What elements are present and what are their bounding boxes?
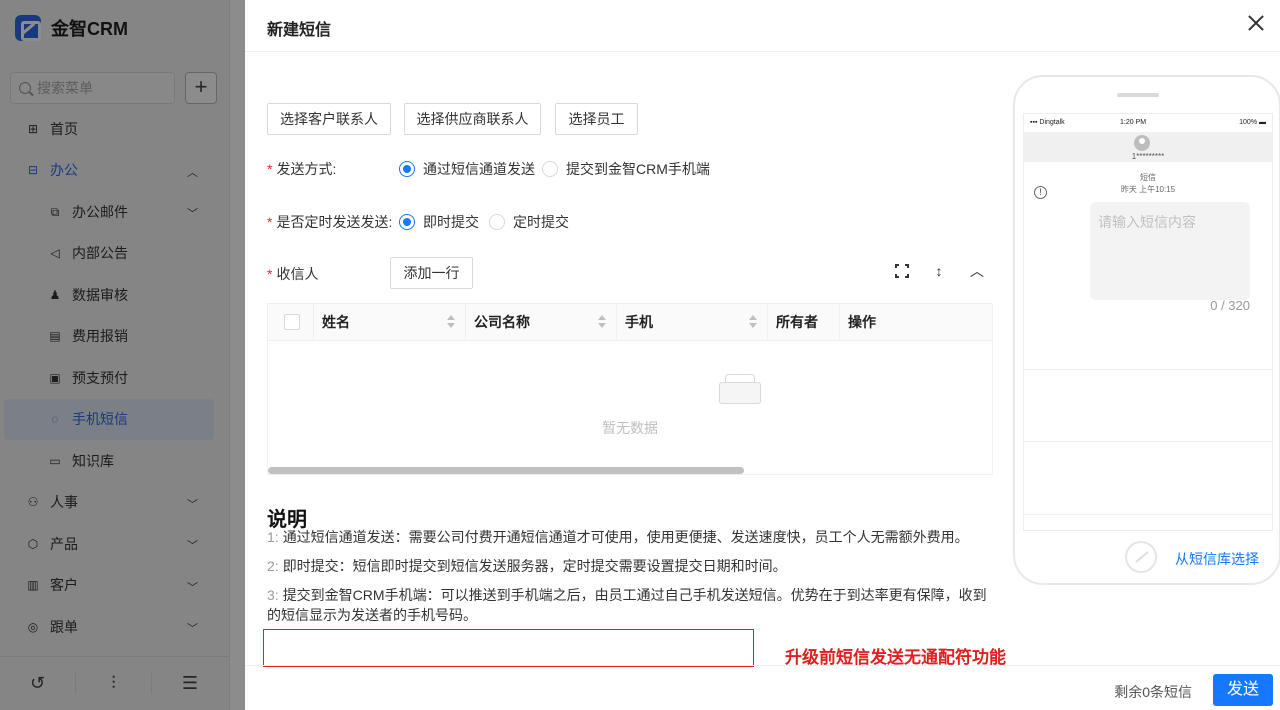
send-button[interactable]: 发送 (1213, 674, 1273, 706)
column-phone[interactable]: 手机 (617, 304, 768, 341)
drawer-title: 新建短信 (267, 22, 332, 39)
divider (1024, 441, 1272, 442)
column-height-icon[interactable]: ↕ (931, 263, 947, 279)
recipients-table: 姓名 公司名称 手机 所有者 操作 暂无数据 (267, 303, 993, 475)
select-supplier-contact-button[interactable]: 选择供应商联系人 (404, 103, 541, 135)
divider (1024, 369, 1272, 370)
chevron-up-icon[interactable]: ︿ (969, 263, 985, 279)
description-line: 3: 提交到金智CRM手机端：可以推送到手机端之后，由员工通过自己手机发送短信。优… (267, 587, 987, 623)
horizontal-scrollbar[interactable] (268, 467, 744, 474)
close-icon[interactable] (1246, 13, 1266, 33)
column-actions: 操作 (848, 314, 876, 330)
description-line: 1: 通过短信通道发送：需要公司付费开通短信通道才可使用，使用更便捷、发送速度快，… (267, 529, 969, 545)
drawer-header: 新建短信 (245, 0, 1280, 52)
column-name[interactable]: 姓名 (314, 304, 466, 341)
status-time: 1:20 PM (1120, 119, 1147, 126)
char-counter: 0 / 320 (1210, 298, 1250, 313)
radio-sms-channel[interactable]: 通过短信通道发送 (399, 159, 535, 179)
empty-text: 暂无数据 (602, 420, 658, 436)
avatar-icon (1134, 135, 1150, 151)
description-line: 2: 即时提交：短信即时提交到短信发送服务器，定时提交需要设置提交日期和时间。 (267, 558, 787, 574)
battery: 100% ▬ (1239, 119, 1266, 126)
contact-name: 1********* (1131, 152, 1165, 161)
select-all-checkbox[interactable] (284, 314, 300, 330)
recipients-label: * 收信人 (267, 266, 319, 282)
radio-scheduled-submit[interactable]: 定时提交 (489, 212, 569, 232)
empty-inbox-icon (717, 372, 763, 406)
message-meta: 短信 昨天 上午10:15 (1120, 173, 1176, 194)
radio-dot (399, 161, 415, 177)
select-customer-contact-button[interactable]: 选择客户联系人 (267, 103, 391, 135)
table-header: 姓名 公司名称 手机 所有者 操作 (268, 304, 992, 341)
column-owner: 所有者 (768, 304, 840, 341)
radio-dot (542, 161, 558, 177)
fullscreen-icon[interactable] (895, 264, 909, 278)
select-employee-button[interactable]: 选择员工 (555, 103, 638, 135)
sort-icon[interactable] (447, 315, 455, 329)
radio-submit-to-mobile[interactable]: 提交到金智CRM手机端 (542, 159, 710, 179)
phone-screen: ▪▪▪ Dingtalk 1:20 PM 100% ▬ 1********* 短… (1023, 113, 1273, 531)
contact-bar: 1********* (1024, 132, 1272, 162)
phone-preview: ▪▪▪ Dingtalk 1:20 PM 100% ▬ 1********* 短… (1013, 75, 1280, 585)
new-sms-drawer: 新建短信 选择客户联系人 选择供应商联系人 选择员工 * 发送方式: 通过短信通道… (245, 0, 1280, 710)
phone-status-bar: ▪▪▪ Dingtalk 1:20 PM 100% ▬ (1024, 114, 1272, 132)
column-company[interactable]: 公司名称 (466, 304, 617, 341)
sort-icon[interactable] (598, 315, 606, 329)
radio-instant-submit[interactable]: 即时提交 (399, 212, 479, 232)
sms-content-input[interactable]: 请输入短信内容 (1090, 202, 1250, 300)
divider (1024, 514, 1272, 515)
radio-dot (489, 214, 505, 230)
radio-dot (399, 214, 415, 230)
remaining-sms-count: 剩余0条短信 (1114, 684, 1192, 700)
sort-icon[interactable] (749, 315, 757, 329)
timed-send-label: * 是否定时发送发送: (267, 214, 393, 230)
info-icon: ! (1034, 186, 1047, 199)
select-from-sms-library-link[interactable]: 从短信库选择 (1175, 549, 1259, 569)
carrier: ▪▪▪ Dingtalk (1030, 119, 1065, 126)
phone-speaker (1117, 93, 1159, 97)
drawer-footer: 剩余0条短信 发送 (245, 665, 1280, 710)
logo-icon (1125, 541, 1157, 573)
highlight-box (263, 629, 754, 667)
send-method-label: * 发送方式: (267, 161, 337, 177)
add-row-button[interactable]: 添加一行 (390, 257, 473, 289)
select-all-cell (268, 304, 314, 341)
